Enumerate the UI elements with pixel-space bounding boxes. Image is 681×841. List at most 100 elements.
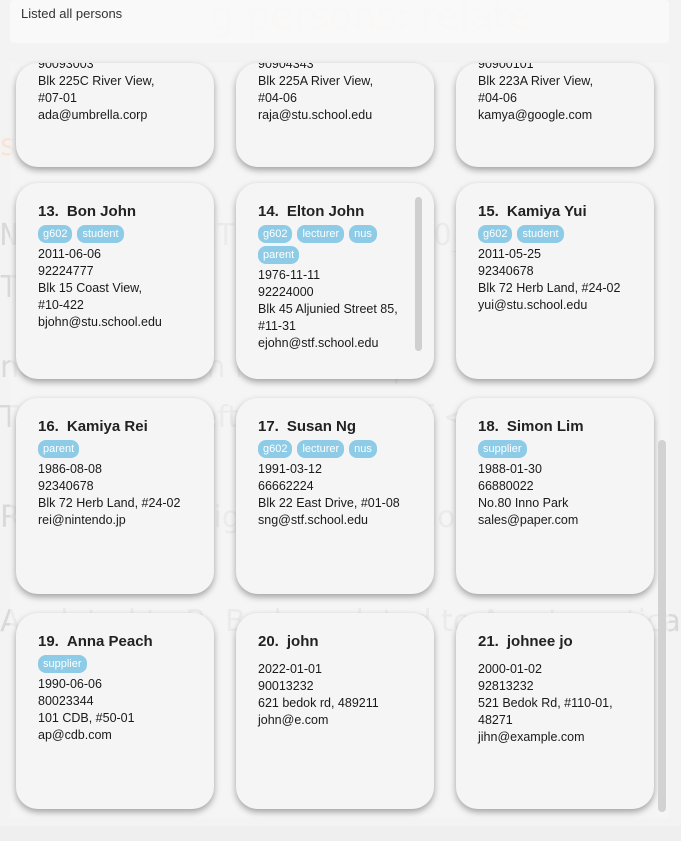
birthday: 2011-05-25 xyxy=(478,247,542,261)
tag-list: supplier xyxy=(38,655,198,673)
birthday: 2022-01-01 xyxy=(258,662,322,676)
phone: 66880022 xyxy=(478,479,534,493)
tag-list: supplier xyxy=(478,440,638,458)
person-name: Anna Peach xyxy=(66,633,153,650)
person-name-row: 13. Bon John xyxy=(38,202,214,222)
tag: lecturer xyxy=(297,440,345,458)
person-index: 21. xyxy=(478,633,499,650)
birthday: 1986-08-08 xyxy=(38,462,102,476)
address: 621 bedok rd, 489211 xyxy=(258,696,379,710)
phone: 80023344 xyxy=(38,694,94,708)
person-details: 90900101 Blk 223A River View, #04-06 kam… xyxy=(478,63,654,124)
tag: parent xyxy=(258,246,300,264)
person-name: johnee jo xyxy=(506,633,573,650)
person-name: Kamiya Rei xyxy=(66,418,148,435)
email: bjohn@stu.school.edu xyxy=(38,315,162,329)
tag: student xyxy=(517,225,564,243)
phone: 90904343 xyxy=(258,63,314,71)
person-card-17[interactable]: 17. Susan Ng g602 lecturer nus 1991-03-12… xyxy=(236,398,434,594)
email: yui@stu.school.edu xyxy=(478,298,588,312)
person-name-row: 19. Anna Peach xyxy=(38,632,214,652)
email: ada@umbrella.corp xyxy=(38,108,148,122)
phone: 90093003 xyxy=(38,63,94,71)
tag-list: parent xyxy=(38,440,198,458)
address-unit: #07-01 xyxy=(38,91,77,105)
address-unit: #04-06 xyxy=(478,91,517,105)
person-index: 17. xyxy=(258,418,279,435)
birthday: 1988-01-30 xyxy=(478,462,542,476)
person-card-16[interactable]: 16. Kamiya Rei parent 1986-08-08 92340678… xyxy=(16,398,214,594)
phone: 92224000 xyxy=(258,285,314,299)
person-card-15[interactable]: 15. Kamiya Yui g602 student 2011-05-25 92… xyxy=(456,183,654,379)
result-message: Listed all persons xyxy=(21,6,123,21)
address: Blk 225C River View, xyxy=(38,74,155,88)
person-index: 16. xyxy=(38,418,59,435)
person-name: Simon Lim xyxy=(506,418,584,435)
phone: 92340678 xyxy=(38,479,94,493)
tag: g602 xyxy=(38,225,73,243)
tag: lecturer xyxy=(297,225,345,243)
person-index: 18. xyxy=(478,418,499,435)
person-card-14[interactable]: 14. Elton John g602 lecturer nus parent 1… xyxy=(236,183,434,379)
address: Blk 22 East Drive, #01-08 xyxy=(258,496,400,510)
phone: 92340678 xyxy=(478,264,534,278)
address-unit: 48271 xyxy=(478,713,513,727)
address: Blk 72 Herb Land, #24-02 xyxy=(38,496,181,510)
tag: g602 xyxy=(258,225,293,243)
card-scrollbar[interactable] xyxy=(415,197,422,351)
phone: 92224777 xyxy=(38,264,94,278)
person-card-18[interactable]: 18. Simon Lim supplier 1988-01-30 6688002… xyxy=(456,398,654,594)
email: ap@cdb.com xyxy=(38,728,112,742)
address-unit: #04-06 xyxy=(258,91,297,105)
birthday: 2011-06-06 xyxy=(38,247,102,261)
address: Blk 223A River View, xyxy=(478,74,594,88)
list-scrollbar-thumb[interactable] xyxy=(658,440,666,812)
address: Blk 45 Aljunied Street 85, xyxy=(258,302,398,316)
tag-list: g602 student xyxy=(38,225,198,243)
phone: 92813232 xyxy=(478,679,534,693)
person-details: 90093003 Blk 225C River View, #07-01 ada… xyxy=(38,63,214,124)
tag-list: g602 student xyxy=(478,225,638,243)
email: rei@nintendo.jp xyxy=(38,513,126,527)
person-index: 13. xyxy=(38,203,59,220)
person-card[interactable]: 90904343 Blk 225A River View, #04-06 raj… xyxy=(236,63,434,167)
person-card[interactable]: 90900101 Blk 223A River View, #04-06 kam… xyxy=(456,63,654,167)
tag-list: g602 lecturer nus xyxy=(258,440,418,458)
address: 101 CDB, #50-01 xyxy=(38,711,135,725)
person-name-row: 18. Simon Lim xyxy=(478,417,654,437)
person-card-13[interactable]: 13. Bon John g602 student 2011-06-06 9222… xyxy=(16,183,214,379)
phone: 66662224 xyxy=(258,479,314,493)
person-name: Elton John xyxy=(286,203,365,220)
person-name: Susan Ng xyxy=(286,418,357,435)
result-display: Listed all persons xyxy=(10,0,669,43)
tag: student xyxy=(77,225,124,243)
address: Blk 15 Coast View, xyxy=(38,281,142,295)
person-name-row: 16. Kamiya Rei xyxy=(38,417,214,437)
address: Blk 72 Herb Land, #24-02 xyxy=(478,281,621,295)
person-card-19[interactable]: 19. Anna Peach supplier 1990-06-06 800233… xyxy=(16,613,214,809)
birthday: 2000-01-02 xyxy=(478,662,542,676)
person-index: 20. xyxy=(258,633,279,650)
email: john@e.com xyxy=(258,713,329,727)
person-name: john xyxy=(286,633,319,650)
birthday: 1976-11-11 xyxy=(258,268,321,282)
person-card-21[interactable]: 21. johnee jo 2000-01-02 92813232 521 Bed… xyxy=(456,613,654,809)
address-unit: #10-422 xyxy=(38,298,84,312)
person-name-row: 15. Kamiya Yui xyxy=(478,202,654,222)
email: ejohn@stf.school.edu xyxy=(258,336,379,350)
person-name-row: 14. Elton John xyxy=(258,202,434,222)
person-details: 90904343 Blk 225A River View, #04-06 raj… xyxy=(258,63,434,124)
list-scrollbar[interactable] xyxy=(656,63,668,818)
person-index: 14. xyxy=(258,203,279,220)
email: raja@stu.school.edu xyxy=(258,108,373,122)
person-card[interactable]: 90093003 Blk 225C River View, #07-01 ada… xyxy=(16,63,214,167)
person-name: Bon John xyxy=(66,203,137,220)
email: sng@stf.school.edu xyxy=(258,513,368,527)
tag: g602 xyxy=(478,225,513,243)
address-unit: #11-31 xyxy=(258,319,296,333)
tag: g602 xyxy=(258,440,293,458)
person-name-row: 21. johnee jo xyxy=(478,632,654,652)
email: sales@paper.com xyxy=(478,513,579,527)
birthday: 1991-03-12 xyxy=(258,462,322,476)
person-card-20[interactable]: 20. john 2022-01-01 90013232 621 bedok rd… xyxy=(236,613,434,809)
